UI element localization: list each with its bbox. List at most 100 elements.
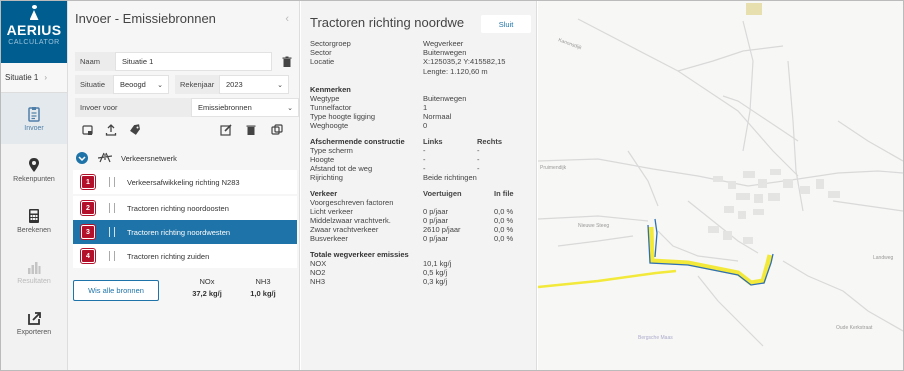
detail-value: X:125035,2 Y:415582,15 <box>423 57 506 66</box>
situatie-select-value: Beoogd <box>120 80 146 89</box>
group-verkeersnetwerk[interactable]: Verkeersnetwerk <box>75 148 297 168</box>
edit-icon[interactable] <box>220 124 232 136</box>
nav-item-exporteren[interactable]: Exporteren <box>1 297 67 348</box>
detail-value: 0,5 kg/j <box>423 268 448 277</box>
nav-item-rekenpunten[interactable]: Rekenpunten <box>1 144 67 195</box>
nav-item-label: Exporteren <box>16 328 52 336</box>
drag-handle-icon[interactable] <box>109 203 115 213</box>
source-detail-panel: Tractoren richting noordwe Sluit Sectorg… <box>301 1 537 370</box>
drag-handle-icon[interactable] <box>109 227 115 237</box>
chevron-down-icon: ⌄ <box>277 81 283 89</box>
nav-item-berekenen[interactable]: Berekenen <box>1 195 67 246</box>
detail-label: Weghoogte <box>310 121 349 130</box>
upload-icon[interactable] <box>105 124 117 136</box>
aerius-logo-mark <box>29 5 40 20</box>
situation-selector[interactable]: Situatie 1 › <box>1 63 67 93</box>
source-row[interactable]: 4 Tractoren richting zuiden <box>73 244 297 268</box>
delete-icon[interactable] <box>245 124 257 136</box>
total-value: 1,0 kg/j <box>250 289 276 298</box>
situatie-row: Situatie Beoogd ⌄ Rekenjaar 2023 ⌄ <box>75 75 289 94</box>
map-label: Bergsche Maas <box>638 335 673 341</box>
afsch-rechts-header: Rechts <box>477 137 503 146</box>
detail-label: Sector <box>310 48 332 57</box>
detail-value: 0 <box>423 121 428 130</box>
total-nh3: NH3 1,0 kg/j <box>240 277 286 298</box>
rekenjaar-select-value: 2023 <box>226 80 243 89</box>
detail-label: Middelzwaar vrachtverk. <box>310 216 391 225</box>
source-row-selected[interactable]: 3 Tractoren richting noordwesten <box>73 220 297 244</box>
chart-icon <box>28 261 41 274</box>
clear-all-sources-button[interactable]: Wis alle bronnen <box>73 280 159 301</box>
detail-label: Wegtype <box>310 94 340 103</box>
close-button[interactable]: Sluit <box>481 15 531 33</box>
emission-totals-footer: Wis alle bronnen NOx 37,2 kg/j NH3 1,0 k… <box>68 270 300 310</box>
brand-name: AERIUS <box>6 22 62 38</box>
detail-value: 1 <box>423 103 428 112</box>
detail-value: - <box>423 164 426 173</box>
source-number-badge: 3 <box>80 224 96 240</box>
map-pin-icon <box>29 157 39 172</box>
collapse-panel-icon[interactable]: ‹ <box>285 13 289 25</box>
naam-input[interactable]: Situatie 1 <box>115 52 272 71</box>
drag-handle-icon[interactable] <box>109 251 115 261</box>
detail-label: Rijrichting <box>310 173 343 182</box>
detail-value: 0,0 % <box>494 207 514 216</box>
situatie-label: Situatie <box>75 75 113 94</box>
detail-label: Type scherm <box>310 146 353 155</box>
traffic-route-yellow <box>648 226 773 286</box>
nav-item-resultaten: Resultaten <box>1 246 67 297</box>
total-name: NH3 <box>255 277 271 286</box>
detail-label: Afstand tot de weg <box>310 164 373 173</box>
brand-subtitle: CALCULATOR <box>8 39 60 46</box>
source-label: Verkeersafwikkeling richting N283 <box>127 177 240 187</box>
source-number-badge: 1 <box>80 174 96 190</box>
situatie-select[interactable]: Beoogd ⌄ <box>113 75 169 94</box>
invoer-select[interactable]: Emissiebronnen ⌄ <box>191 98 299 117</box>
rekenjaar-label: Rekenjaar <box>175 75 219 94</box>
detail-value: 10,1 kg/j <box>423 259 452 268</box>
tag-icon[interactable] <box>129 124 141 136</box>
source-row[interactable]: 2 Tractoren richting noordoosten <box>73 196 297 220</box>
total-name: NOx <box>199 277 215 286</box>
detail-value: - <box>477 146 480 155</box>
nav-item-label: Berekenen <box>17 226 51 234</box>
new-source-icon[interactable] <box>82 124 94 136</box>
export-icon <box>28 311 41 325</box>
detail-value: - <box>477 155 480 164</box>
detail-label: Zwaar vrachtverkeer <box>310 225 379 234</box>
verkeer-heading: Verkeer <box>310 189 338 198</box>
verkeer-subheading: Voorgeschreven factoren <box>310 198 394 207</box>
source-row[interactable]: 1 Verkeersafwikkeling richting N283 <box>73 170 297 194</box>
aerius-logo[interactable]: AERIUS CALCULATOR <box>1 1 67 63</box>
detail-value: Wegverkeer <box>423 39 464 48</box>
map-buildings <box>708 3 840 244</box>
chevron-down-circle-icon[interactable] <box>76 152 88 164</box>
rekenjaar-select[interactable]: 2023 ⌄ <box>219 75 289 94</box>
naam-label: Naam <box>75 52 115 71</box>
chevron-down-icon: ⌄ <box>287 104 293 112</box>
map-view[interactable]: Kanonsdijk Pruimendijk Nieuwe Steeg Land… <box>538 1 903 370</box>
detail-value: 0,0 % <box>494 225 514 234</box>
length-value: Lengte: 1.120,60 m <box>423 67 488 76</box>
invoer-select-value: Emissiebronnen <box>198 103 252 112</box>
nav-item-invoer[interactable]: Invoer <box>1 93 67 144</box>
afsch-links-header: Links <box>423 137 443 146</box>
source-toolbar <box>75 124 297 140</box>
kenmerken-heading: Kenmerken <box>310 85 351 94</box>
detail-value: 0 p/jaar <box>423 216 449 225</box>
detail-label: NO2 <box>310 268 326 277</box>
total-nox: NOx 37,2 kg/j <box>184 277 230 298</box>
copy-icon[interactable] <box>271 124 283 136</box>
map-label: Pruimendijk <box>540 165 567 171</box>
detail-value: Beide richtingen <box>423 173 477 182</box>
selected-route-outline[interactable] <box>654 218 658 258</box>
detail-label: Locatie <box>310 57 335 66</box>
trash-icon[interactable] <box>281 56 293 68</box>
detail-label: Sectorgroep <box>310 39 351 48</box>
drag-handle-icon[interactable] <box>109 177 115 187</box>
detail-label: Tunnelfactor <box>310 103 352 112</box>
nav-item-label: Invoer <box>24 124 44 132</box>
detail-value: 0 p/jaar <box>423 234 449 243</box>
situation-selector-label: Situatie 1 <box>5 73 39 82</box>
map-canvas[interactable]: Kanonsdijk Pruimendijk Nieuwe Steeg Land… <box>538 1 903 370</box>
